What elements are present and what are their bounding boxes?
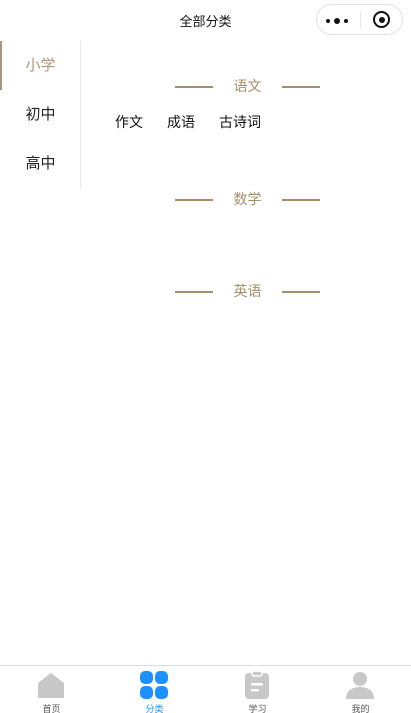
subject-item-poetry[interactable]: 古诗词 [219, 113, 261, 133]
category-icon [140, 671, 168, 699]
subject-item-composition[interactable]: 作文 [115, 113, 143, 133]
section-title: 数学 [233, 192, 262, 208]
grade-sidebar: 小学 初中 高中 [0, 41, 81, 188]
section-divider-left [175, 199, 213, 201]
tab-label: 学习 [248, 705, 267, 713]
sidebar-item-junior[interactable]: 初中 [0, 90, 81, 139]
close-target-icon[interactable] [373, 11, 390, 28]
sidebar-item-primary[interactable]: 小学 [0, 41, 81, 90]
section-header-english: 英语 [175, 282, 321, 302]
section-divider-right [282, 291, 320, 293]
tab-home[interactable]: 首页 [0, 666, 103, 713]
section-divider-left [175, 291, 213, 293]
subject-item-idioms[interactable]: 成语 [167, 113, 195, 133]
capsule-divider [360, 12, 361, 28]
tab-label: 首页 [42, 705, 61, 713]
study-icon [245, 670, 269, 699]
sidebar-item-senior[interactable]: 高中 [0, 139, 81, 188]
navigation-bar: 全部分类 [0, 0, 411, 40]
bottom-tab-bar: 首页 分类 学习 我的 [0, 665, 411, 713]
section-header-chinese: 语文 [175, 77, 321, 97]
tab-label: 分类 [145, 705, 164, 713]
tab-study[interactable]: 学习 [206, 666, 309, 713]
tab-profile[interactable]: 我的 [309, 666, 411, 713]
section-title: 英语 [233, 284, 262, 300]
tab-label: 我的 [351, 705, 370, 713]
section-divider-right [282, 86, 320, 88]
section-divider-left [175, 86, 213, 88]
section-divider-right [282, 199, 320, 201]
section-title: 语文 [233, 79, 262, 95]
more-icon[interactable] [326, 18, 352, 24]
mini-program-capsule [316, 4, 403, 35]
profile-icon [346, 672, 374, 699]
tab-category[interactable]: 分类 [103, 666, 206, 713]
home-icon [38, 673, 64, 698]
section-header-math: 数学 [175, 190, 321, 210]
